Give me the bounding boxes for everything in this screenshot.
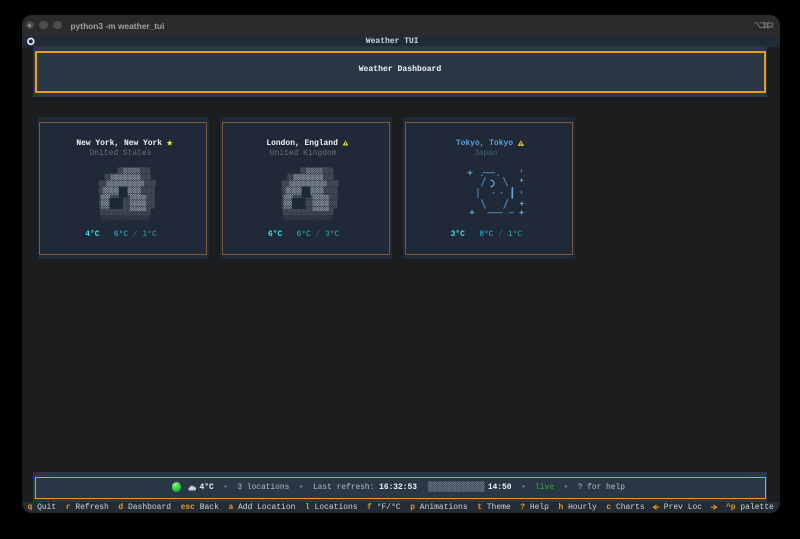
svg-text:2: 2 xyxy=(770,20,774,29)
